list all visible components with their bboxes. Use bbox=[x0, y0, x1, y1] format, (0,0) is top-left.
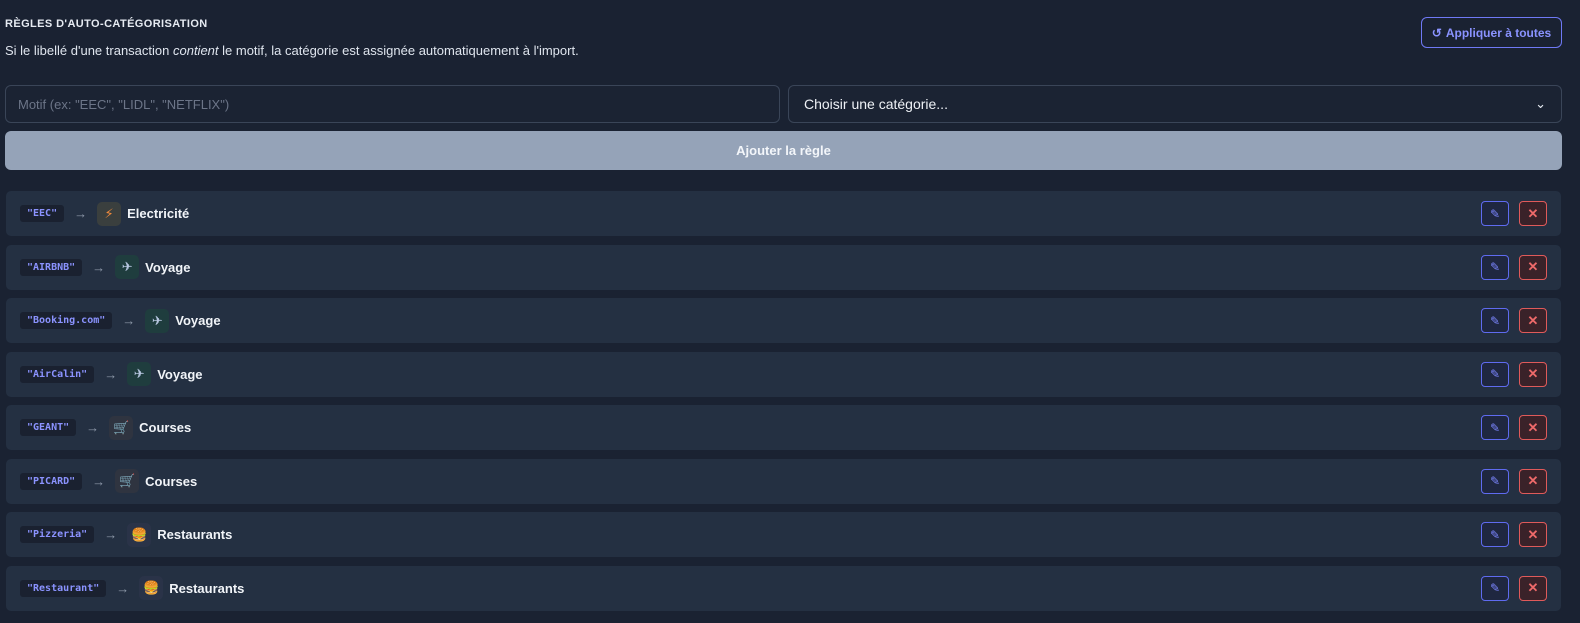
rule-pattern: "Restaurant" bbox=[20, 579, 107, 597]
arrow-icon: → bbox=[92, 473, 106, 489]
subtitle-before: Si le libellé d'une transaction bbox=[5, 43, 173, 58]
rule-actions: ✎ ✕ bbox=[1481, 468, 1547, 494]
rule-pattern: "AIRBNB" bbox=[20, 258, 83, 276]
rule-row: "PICARD" → 🛒 Courses ✎ ✕ bbox=[6, 458, 1561, 504]
close-icon: ✕ bbox=[1527, 419, 1539, 435]
rule-row: "EEC" → ⚡ Electricité ✎ ✕ bbox=[6, 191, 1561, 236]
arrow-icon: → bbox=[92, 259, 106, 275]
delete-rule-button[interactable]: ✕ bbox=[1519, 361, 1547, 387]
burger-icon: 🍔 bbox=[127, 522, 152, 547]
pencil-icon: ✎ bbox=[1489, 420, 1501, 435]
rule-category: Voyage bbox=[145, 259, 191, 275]
refresh-icon: ↺ bbox=[1431, 25, 1442, 40]
arrow-icon: → bbox=[74, 206, 88, 221]
edit-rule-button[interactable]: ✎ bbox=[1481, 415, 1509, 440]
close-icon: ✕ bbox=[1527, 580, 1539, 595]
edit-rule-button[interactable]: ✎ bbox=[1481, 575, 1509, 601]
airplane-icon: ✈ bbox=[115, 255, 140, 279]
close-icon: ✕ bbox=[1527, 205, 1539, 221]
panel-title: Règles d'auto-catégorisation bbox=[5, 18, 208, 30]
category-select-value: Choisir une catégorie... bbox=[804, 96, 948, 112]
rule-actions: ✎ ✕ bbox=[1481, 575, 1547, 601]
category-select[interactable]: Choisir une catégorie... ⌄ bbox=[788, 85, 1562, 123]
apply-to-all-label: Appliquer à toutes bbox=[1445, 25, 1552, 40]
chevron-down-icon: ⌄ bbox=[1535, 96, 1546, 111]
rule-actions: ✎ ✕ bbox=[1481, 254, 1547, 280]
panel-subtitle: Si le libellé d'une transaction contient… bbox=[5, 43, 579, 58]
delete-rule-button[interactable]: ✕ bbox=[1519, 308, 1547, 333]
close-icon: ✕ bbox=[1527, 312, 1539, 328]
rule-category: Restaurants bbox=[169, 580, 245, 596]
delete-rule-button[interactable]: ✕ bbox=[1519, 468, 1547, 494]
rule-actions: ✎ ✕ bbox=[1481, 361, 1547, 387]
edit-rule-button[interactable]: ✎ bbox=[1481, 522, 1509, 547]
rule-row: "AirCalin" → ✈ Voyage ✎ ✕ bbox=[6, 351, 1561, 397]
pencil-icon: ✎ bbox=[1489, 367, 1501, 381]
rule-category: Voyage bbox=[175, 313, 221, 328]
edit-rule-button[interactable]: ✎ bbox=[1481, 201, 1509, 226]
rule-pattern: "PICARD" bbox=[20, 472, 83, 490]
rule-category: Courses bbox=[145, 473, 198, 489]
rule-actions: ✎ ✕ bbox=[1481, 522, 1547, 547]
edit-rule-button[interactable]: ✎ bbox=[1481, 254, 1509, 280]
rule-pattern: "AirCalin" bbox=[20, 365, 95, 383]
pencil-icon: ✎ bbox=[1489, 527, 1501, 542]
rule-category: Voyage bbox=[157, 366, 203, 382]
delete-rule-button[interactable]: ✕ bbox=[1519, 254, 1547, 280]
rule-row: "AIRBNB" → ✈ Voyage ✎ ✕ bbox=[6, 244, 1561, 290]
rule-actions: ✎ ✕ bbox=[1481, 308, 1547, 333]
rule-actions: ✎ ✕ bbox=[1481, 201, 1547, 226]
rule-row: "Booking.com" → ✈ Voyage ✎ ✕ bbox=[6, 298, 1561, 343]
subtitle-emphasis: contient bbox=[172, 43, 219, 58]
cart-icon: 🛒 bbox=[115, 469, 140, 493]
cart-icon: 🛒 bbox=[109, 415, 134, 440]
arrow-icon: → bbox=[104, 366, 118, 382]
arrow-icon: → bbox=[104, 527, 118, 542]
close-icon: ✕ bbox=[1527, 366, 1539, 381]
auto-categorization-panel: Règles d'auto-catégorisation Si le libel… bbox=[0, 0, 1580, 623]
close-icon: ✕ bbox=[1527, 259, 1539, 274]
rule-row: "Pizzeria" → 🍔 Restaurants ✎ ✕ bbox=[6, 512, 1561, 557]
rule-row: "Restaurant" → 🍔 Restaurants ✎ ✕ bbox=[6, 565, 1561, 611]
delete-rule-button[interactable]: ✕ bbox=[1519, 522, 1547, 547]
rule-category: Courses bbox=[139, 420, 192, 435]
airplane-icon: ✈ bbox=[145, 308, 170, 333]
pencil-icon: ✎ bbox=[1489, 260, 1501, 274]
airplane-icon: ✈ bbox=[127, 362, 152, 386]
delete-rule-button[interactable]: ✕ bbox=[1519, 415, 1547, 440]
motif-input[interactable] bbox=[5, 85, 780, 123]
rule-row: "GEANT" → 🛒 Courses ✎ ✕ bbox=[6, 405, 1561, 450]
subtitle-after: le motif, la catégorie est assignée auto… bbox=[218, 43, 579, 58]
rule-pattern: "Booking.com" bbox=[20, 312, 113, 329]
rule-category: Restaurants bbox=[157, 527, 233, 542]
pencil-icon: ✎ bbox=[1489, 206, 1501, 221]
delete-rule-button[interactable]: ✕ bbox=[1519, 575, 1547, 601]
edit-rule-button[interactable]: ✎ bbox=[1481, 468, 1509, 494]
delete-rule-button[interactable]: ✕ bbox=[1519, 201, 1547, 226]
rule-pattern: "GEANT" bbox=[20, 419, 77, 436]
rule-pattern: "Pizzeria" bbox=[20, 526, 95, 543]
add-rule-button[interactable]: Ajouter la règle bbox=[5, 131, 1562, 170]
arrow-icon: → bbox=[122, 313, 136, 328]
rule-actions: ✎ ✕ bbox=[1481, 415, 1547, 440]
arrow-icon: → bbox=[86, 420, 100, 435]
rule-pattern: "EEC" bbox=[20, 205, 65, 222]
edit-rule-button[interactable]: ✎ bbox=[1481, 361, 1509, 387]
arrow-icon: → bbox=[116, 580, 130, 596]
pencil-icon: ✎ bbox=[1489, 581, 1501, 595]
lightning-icon: ⚡ bbox=[97, 201, 122, 226]
burger-icon: 🍔 bbox=[139, 576, 164, 600]
close-icon: ✕ bbox=[1527, 473, 1539, 488]
pencil-icon: ✎ bbox=[1489, 313, 1501, 328]
close-icon: ✕ bbox=[1527, 526, 1539, 542]
rules-list: "EEC" → ⚡ Electricité ✎ ✕ "AIRBNB" → ✈ V… bbox=[6, 191, 1561, 619]
apply-to-all-button[interactable]: ↺ Appliquer à toutes bbox=[1421, 17, 1562, 48]
pencil-icon: ✎ bbox=[1489, 474, 1501, 488]
edit-rule-button[interactable]: ✎ bbox=[1481, 308, 1509, 333]
rule-category: Electricité bbox=[127, 206, 190, 221]
